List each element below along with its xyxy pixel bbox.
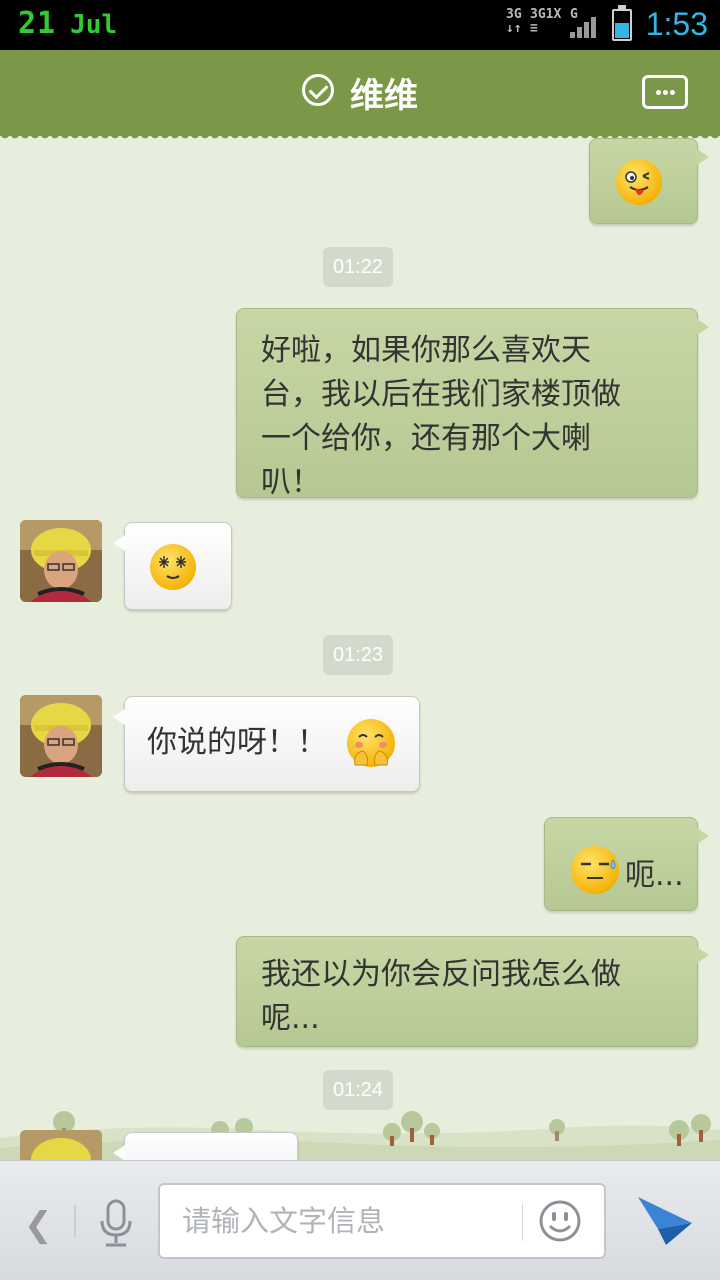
tongue-wink-emoji (616, 159, 662, 205)
chat-header: 维维 (0, 50, 720, 142)
dazzled-smile-emoji (150, 544, 196, 590)
avatar[interactable] (20, 1130, 102, 1160)
status-date-month: Jul (70, 10, 118, 40)
paper-plane-send-icon[interactable] (636, 1193, 694, 1247)
message-text: 呃... (625, 858, 684, 893)
message-text: 好啦，如果你那么喜欢天 台，我以后在我们家楼顶做 一个给你，还有那个大喇 叭！ (261, 333, 621, 500)
battery-icon (612, 5, 632, 41)
message-bubble-outgoing[interactable]: 我还以为你会反问我怎么做 呢... (236, 936, 709, 1047)
more-dots-icon[interactable] (642, 75, 688, 109)
message-bubble-incoming[interactable]: 你说的呀！！ (113, 696, 420, 792)
avatar-photo (20, 1130, 102, 1160)
avatar-photo (20, 520, 102, 602)
message-bubble-incoming[interactable] (113, 1132, 298, 1160)
message-text: 我还以为你会反问我怎么做 呢... (261, 957, 621, 1036)
timestamp: 01:23 (323, 635, 394, 675)
sweat-emoji (571, 846, 619, 894)
message-bubble-outgoing[interactable]: 好啦，如果你那么喜欢天 台，我以后在我们家楼顶做 一个给你，还有那个大喇 叭！ (236, 308, 709, 500)
check-circle-icon (302, 73, 334, 106)
divider (522, 1203, 523, 1241)
avatar[interactable] (20, 520, 102, 602)
message-bubble-outgoing[interactable] (589, 138, 709, 224)
network-3g-icon: 3G ↓↑ (506, 7, 522, 36)
input-bar: ❮ (0, 1160, 720, 1280)
hug-emoji (347, 719, 395, 767)
avatar-photo (20, 695, 102, 777)
timestamp: 01:22 (323, 247, 394, 287)
message-bubble-incoming[interactable] (113, 522, 232, 610)
timestamp: 01:24 (323, 1070, 394, 1110)
divider (74, 1205, 76, 1237)
smiley-icon[interactable] (538, 1199, 582, 1243)
avatar[interactable] (20, 695, 102, 777)
network-3g-1x-icon: 3G1X ≡ (530, 7, 562, 36)
chat-area[interactable]: 01:22 好啦，如果你那么喜欢天 台，我以后在我们家楼顶做 一个给你，还有那个… (0, 136, 720, 1160)
signal-icon (570, 16, 600, 38)
status-bar: 21 Jul 3G ↓↑ 3G1X ≡ G 1:53 (0, 0, 720, 50)
chat-title-group: 维维 (0, 68, 720, 117)
message-text: 你说的呀！！ (147, 725, 327, 760)
chat-title: 维维 (350, 76, 418, 116)
chevron-left-icon[interactable]: ❮ (24, 1205, 53, 1245)
status-date-day: 21 (18, 6, 57, 41)
message-input[interactable] (182, 1199, 512, 1243)
message-bubble-outgoing[interactable]: 呃... (544, 817, 709, 911)
message-input-box[interactable] (158, 1183, 606, 1259)
status-time: 1:53 (645, 6, 708, 42)
microphone-icon[interactable] (96, 1199, 136, 1247)
status-date: 21 Jul (18, 6, 117, 41)
